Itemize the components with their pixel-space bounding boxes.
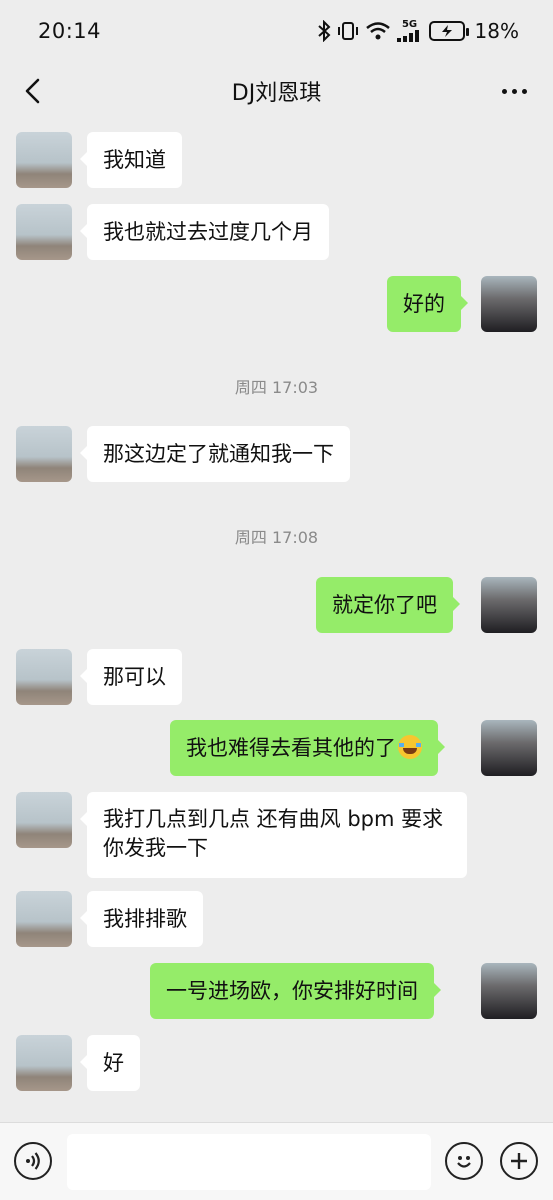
- wifi-icon: [365, 20, 391, 42]
- message-bubble-outgoing[interactable]: 好的: [387, 276, 468, 332]
- message-list[interactable]: 我知道 我也就过去过度几个月 好的 周四 17:03 那这边定了就通知我一下 周…: [0, 120, 553, 1122]
- self-avatar[interactable]: [481, 720, 537, 776]
- input-bar: [0, 1122, 553, 1200]
- contact-avatar[interactable]: [16, 132, 72, 188]
- message-timestamp: 周四 17:03: [234, 378, 319, 397]
- battery-percent: 18%: [474, 19, 519, 43]
- message-bubble-outgoing[interactable]: 一号进场欧，你安排好时间: [150, 963, 441, 1019]
- contact-avatar[interactable]: [16, 1035, 72, 1091]
- contact-avatar[interactable]: [16, 204, 72, 260]
- message-bubble-incoming[interactable]: 我打几点到几点 还有曲风 bpm 要求你发我一下: [80, 792, 467, 878]
- self-avatar[interactable]: [481, 963, 537, 1019]
- laugh-cry-emoji-icon: [398, 735, 422, 759]
- network-label: 5G: [401, 19, 418, 30]
- vibrate-icon: [337, 20, 359, 42]
- message-bubble-incoming[interactable]: 我知道: [80, 132, 182, 188]
- message-timestamp: 周四 17:08: [234, 528, 319, 547]
- self-avatar[interactable]: [481, 577, 537, 633]
- chat-header: DJ刘恩琪: [0, 62, 553, 120]
- message-bubble-incoming[interactable]: 那可以: [80, 649, 182, 705]
- contact-avatar[interactable]: [16, 649, 72, 705]
- plus-circle-icon[interactable]: [500, 1142, 538, 1180]
- contact-avatar[interactable]: [16, 891, 72, 947]
- chevron-left-icon[interactable]: [18, 76, 46, 106]
- message-bubble-outgoing[interactable]: 我也难得去看其他的了: [170, 720, 445, 776]
- signal-icon: 5G: [396, 19, 423, 42]
- message-input[interactable]: [67, 1134, 431, 1190]
- message-bubble-incoming[interactable]: 那这边定了就通知我一下: [80, 426, 350, 482]
- more-dots-icon[interactable]: [499, 79, 529, 103]
- message-bubble-incoming[interactable]: 好: [80, 1035, 140, 1091]
- self-avatar[interactable]: [481, 276, 537, 332]
- status-bar: 20:14 5G 18%: [0, 0, 553, 62]
- bluetooth-icon: [317, 20, 331, 42]
- message-text: 我也难得去看其他的了: [186, 736, 396, 760]
- contact-avatar[interactable]: [16, 426, 72, 482]
- status-icons: 5G 18%: [317, 19, 519, 43]
- contact-avatar[interactable]: [16, 792, 72, 848]
- message-bubble-outgoing[interactable]: 就定你了吧: [316, 577, 460, 633]
- message-bubble-incoming[interactable]: 我也就过去过度几个月: [80, 204, 329, 260]
- message-bubble-incoming[interactable]: 我排排歌: [80, 891, 203, 947]
- voice-icon[interactable]: [14, 1142, 52, 1180]
- battery-charging-icon: [428, 21, 469, 41]
- status-time: 20:14: [38, 19, 102, 43]
- chat-title: DJ刘恩琪: [231, 81, 322, 106]
- emoji-face-icon[interactable]: [445, 1142, 483, 1180]
